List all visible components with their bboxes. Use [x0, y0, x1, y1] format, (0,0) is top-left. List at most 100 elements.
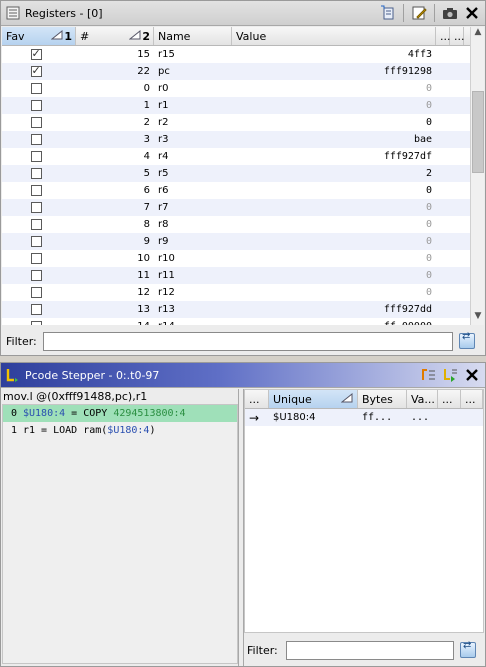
column-number[interactable]: # 2: [76, 27, 154, 45]
favorite-checkbox[interactable]: [30, 151, 42, 162]
pcode-op-token: $U180:4: [23, 408, 66, 419]
column-fav[interactable]: Fav 1: [2, 27, 76, 45]
register-name: r10: [158, 253, 175, 264]
register-value[interactable]: 0: [232, 182, 436, 199]
table-row[interactable]: 11 r11 0: [2, 267, 470, 284]
pcode-op-token: $U180:4: [107, 425, 150, 436]
table-row[interactable]: 1 r1 0: [2, 97, 470, 114]
register-number: 6: [143, 185, 150, 196]
table-row[interactable]: 6 r6 0: [2, 182, 470, 199]
register-value[interactable]: 0: [232, 216, 436, 233]
uniques-filter-input[interactable]: [286, 640, 454, 660]
favorite-checkbox[interactable]: [30, 321, 42, 325]
column-more[interactable]: ...: [245, 390, 269, 408]
register-number: 11: [137, 270, 150, 281]
pcode-op-index: 1: [10, 425, 17, 436]
register-value[interactable]: 0: [232, 250, 436, 267]
register-number: 7: [143, 202, 150, 213]
filter-label: Filter:: [247, 643, 278, 657]
filter-label: Filter:: [6, 334, 37, 348]
favorite-checkbox[interactable]: [30, 304, 42, 315]
table-row[interactable]: 0 r0 0: [2, 80, 470, 97]
pcode-op-row[interactable]: 1 r1 = LOAD ram($U180:4): [3, 422, 237, 439]
favorite-checkbox[interactable]: [30, 270, 42, 281]
scroll-down-arrow-icon[interactable]: ▼: [471, 311, 485, 325]
register-value[interactable]: 0: [232, 114, 436, 131]
table-row[interactable]: 15 r15 4ff3: [2, 46, 470, 63]
column-value[interactable]: Va...: [407, 390, 438, 408]
snapshot-camera-button[interactable]: [441, 4, 459, 22]
favorite-checkbox[interactable]: [30, 117, 42, 128]
register-name: r14: [154, 318, 232, 325]
table-row[interactable]: 14r14ff 00000: [2, 318, 470, 325]
favorite-checkbox[interactable]: [30, 287, 42, 298]
register-value[interactable]: ff 00000: [232, 318, 436, 325]
register-value[interactable]: fff927df: [232, 148, 436, 165]
column-value[interactable]: Value: [232, 27, 436, 45]
close-icon[interactable]: [463, 366, 481, 384]
column-more[interactable]: ...: [461, 390, 483, 408]
favorite-checkbox[interactable]: [30, 134, 42, 145]
favorite-checkbox-cell: [2, 267, 76, 284]
table-row[interactable]: → $U180:4 ff... ...: [245, 409, 483, 426]
favorite-checkbox[interactable]: [30, 219, 42, 230]
register-value[interactable]: 0: [232, 199, 436, 216]
favorite-checkbox[interactable]: [30, 185, 42, 196]
table-row[interactable]: 3 r3 bae: [2, 131, 470, 148]
register-value[interactable]: 0: [232, 267, 436, 284]
column-more[interactable]: ...: [450, 27, 465, 45]
table-row[interactable]: 13 r13 fff927dd: [2, 301, 470, 318]
column-more[interactable]: ...: [436, 27, 451, 45]
column-more[interactable]: ...: [438, 390, 461, 408]
favorite-checkbox[interactable]: [30, 253, 42, 264]
table-row[interactable]: 22 pc fff91298: [2, 63, 470, 80]
favorite-checkbox[interactable]: [30, 168, 42, 179]
column-unique[interactable]: Unique: [269, 390, 358, 408]
pcode-op-token: ): [149, 425, 156, 436]
register-value[interactable]: bae: [232, 131, 436, 148]
table-row[interactable]: 2 r2 0: [2, 114, 470, 131]
favorite-checkbox[interactable]: [30, 47, 42, 60]
pcode-ops-pane: mov.l @(0xfff91488,pc),r1 0 $U180:4 = COP…: [1, 389, 239, 666]
step-forward-button[interactable]: [441, 366, 459, 384]
table-row[interactable]: 7 r7 0: [2, 199, 470, 216]
table-row[interactable]: 5 r5 2: [2, 165, 470, 182]
register-value[interactable]: 0: [232, 284, 436, 301]
register-number: 9: [143, 236, 150, 247]
scroll-up-arrow-icon[interactable]: ▲: [471, 27, 485, 41]
favorite-checkbox[interactable]: [30, 64, 42, 77]
register-value[interactable]: 4ff3: [232, 46, 436, 63]
registers-filter-input[interactable]: [43, 331, 453, 351]
edit-register-button[interactable]: [410, 4, 428, 22]
register-value[interactable]: 0: [232, 80, 436, 97]
table-row[interactable]: 9 r9 0: [2, 233, 470, 250]
close-icon[interactable]: [463, 4, 481, 22]
favorite-checkbox[interactable]: [30, 202, 42, 213]
scroll-thumb[interactable]: [472, 91, 484, 173]
register-number: 15: [137, 49, 150, 60]
column-bytes[interactable]: Bytes: [358, 390, 407, 408]
table-row[interactable]: 4 r4 fff927df: [2, 148, 470, 165]
register-value[interactable]: 0: [232, 233, 436, 250]
pcode-ops-list: 0 $U180:4 = COPY 4294513800:4 1 r1 = LOAD r…: [2, 404, 238, 664]
filter-options-icon[interactable]: [460, 640, 476, 658]
register-value[interactable]: 2: [232, 165, 436, 182]
table-row[interactable]: 12 r12 0: [2, 284, 470, 301]
register-value[interactable]: fff91298: [232, 63, 436, 80]
favorite-checkbox[interactable]: [30, 83, 42, 94]
column-name[interactable]: Name: [154, 27, 232, 45]
favorite-checkbox[interactable]: [30, 100, 42, 111]
favorite-checkbox-cell: [2, 318, 76, 325]
registers-scrollbar[interactable]: ▲ ▼: [470, 27, 484, 325]
add-register-button[interactable]: [379, 4, 397, 22]
table-row[interactable]: 8 r8 0: [2, 216, 470, 233]
current-instruction: mov.l @(0xfff91488,pc),r1: [3, 390, 148, 403]
table-row[interactable]: 10 r10 0: [2, 250, 470, 267]
step-back-button[interactable]: [419, 366, 437, 384]
register-value[interactable]: fff927dd: [232, 301, 436, 318]
pcode-op-row[interactable]: 0 $U180:4 = COPY 4294513800:4: [3, 405, 237, 422]
favorite-checkbox[interactable]: [30, 236, 42, 247]
favorite-checkbox-cell: [2, 148, 76, 165]
filter-options-icon[interactable]: [459, 331, 475, 349]
register-value[interactable]: 0: [232, 97, 436, 114]
